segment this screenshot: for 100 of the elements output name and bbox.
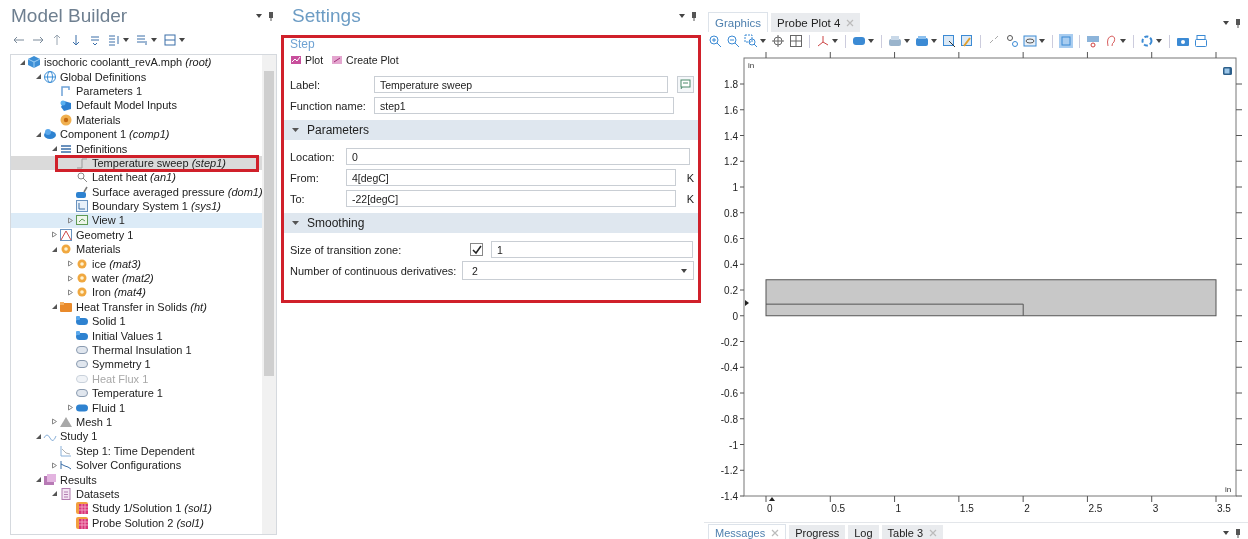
caret-icon[interactable]	[150, 36, 158, 44]
checkbox[interactable]	[470, 243, 483, 256]
eye-icon[interactable]	[1023, 34, 1037, 48]
tree-item[interactable]: Initial Values 1	[11, 328, 262, 343]
tree-item[interactable]: Thermal Insulation 1	[11, 342, 262, 358]
tab[interactable]: Progress	[789, 525, 846, 539]
crosshair-icon[interactable]	[771, 34, 785, 48]
tree-item[interactable]: isochoric coolantt_revA.mph (root)	[11, 55, 262, 70]
caret-icon[interactable]	[1119, 37, 1127, 45]
tree-item[interactable]: Heat Transfer in Solids (ht)	[11, 299, 262, 315]
tree-item[interactable]: ice (mat3)	[11, 256, 262, 271]
tree-item[interactable]: View 1	[11, 213, 262, 228]
field-label: Location:	[290, 150, 336, 163]
caret-icon[interactable]	[1222, 19, 1230, 27]
toolbar-button[interactable]: Create Plot	[331, 54, 399, 66]
grid-icon[interactable]	[789, 34, 803, 48]
pin-icon[interactable]	[1234, 18, 1242, 28]
caret-icon[interactable]	[930, 37, 938, 45]
pin-icon[interactable]	[690, 11, 698, 21]
text-field[interactable]: -22[degC]	[346, 190, 676, 207]
pin-icon[interactable]	[267, 11, 275, 21]
tab[interactable]: Messages	[708, 524, 787, 539]
caret-icon[interactable]	[831, 37, 839, 45]
tick-label: -0.2	[720, 336, 738, 348]
tab[interactable]: Probe Plot 4	[771, 13, 861, 32]
tab[interactable]: Log	[848, 525, 879, 539]
caret-icon[interactable]	[1222, 529, 1230, 537]
pill-icon[interactable]	[852, 34, 866, 48]
tick-label: 1.8	[724, 79, 738, 90]
field-label: Function name:	[290, 99, 367, 112]
caret-icon[interactable]	[122, 36, 130, 44]
collapsed-arrow-icon[interactable]	[50, 461, 58, 469]
section-title: Step	[290, 38, 316, 51]
caret-icon[interactable]	[759, 37, 767, 45]
tree-item[interactable]: Global Definitions	[11, 69, 262, 84]
zoom-box-icon[interactable]	[744, 34, 758, 48]
tab[interactable]: Table 3	[881, 525, 943, 539]
tree-item[interactable]: Default Model Inputs	[11, 98, 262, 113]
scrollbar-thumb[interactable]	[264, 71, 274, 376]
tree-item[interactable]: water (mat2)	[11, 270, 262, 286]
select-box-icon[interactable]	[942, 34, 956, 48]
expanded-arrow-icon[interactable]	[50, 245, 58, 253]
tab[interactable]: Graphics	[708, 12, 769, 32]
tree-item[interactable]: Component 1 (comp1)	[11, 126, 262, 142]
caret-icon[interactable]	[255, 12, 263, 20]
caret-icon[interactable]	[903, 37, 911, 45]
tree-item[interactable]: Surface averaged pressure (dom1)	[11, 184, 262, 199]
caret-icon[interactable]	[1155, 37, 1163, 45]
expanded-arrow-icon[interactable]	[292, 220, 299, 226]
tree-item[interactable]: Materials	[11, 112, 262, 127]
tree-item[interactable]: Materials	[11, 242, 262, 257]
caret-icon[interactable]	[178, 36, 186, 44]
box-icon[interactable]	[915, 34, 929, 48]
tree-item[interactable]: Datasets	[11, 486, 262, 502]
text-field[interactable]: 1	[491, 241, 693, 258]
marker-icon	[745, 300, 749, 306]
brush-icon[interactable]	[960, 34, 974, 48]
text-field[interactable]: 4[degC]	[346, 169, 676, 186]
text-field[interactable]: Temperature sweep	[374, 76, 669, 93]
tree-item[interactable]: Iron (mat4)	[11, 285, 262, 300]
pin-icon[interactable]	[1234, 528, 1242, 538]
caret-icon[interactable]	[678, 12, 686, 20]
tree-item[interactable]: Latent heat (an1)	[11, 170, 262, 185]
unit-label: K	[685, 171, 694, 184]
tree-item[interactable]: Definitions	[11, 141, 262, 156]
tree-item[interactable]: Fluid 1	[11, 400, 262, 415]
expanded-arrow-icon[interactable]	[34, 432, 42, 440]
tick-label: 1.5	[959, 503, 974, 514]
tree-item[interactable]: Study 1/Solution 1 (sol1)	[11, 501, 262, 516]
section-header[interactable]: Smoothing	[284, 213, 701, 233]
dropdown[interactable]: 2	[462, 261, 694, 280]
tree-item[interactable]: Solid 1	[11, 314, 262, 329]
tree-item[interactable]: Mesh 1	[11, 414, 262, 430]
scrollbar[interactable]	[262, 55, 276, 534]
zoom-in-icon[interactable]	[708, 34, 722, 48]
tree-item[interactable]: Temperature sweep (step1)	[11, 155, 262, 171]
toolbar-button[interactable]: Plot	[290, 54, 324, 66]
expanded-arrow-icon[interactable]	[292, 127, 299, 133]
caret-icon[interactable]	[680, 266, 688, 275]
print-icon[interactable]	[1194, 34, 1208, 48]
tree-item[interactable]: Results	[11, 472, 262, 487]
tick-label: -0.4	[720, 362, 738, 374]
tree-item[interactable]: Symmetry 1	[11, 357, 262, 372]
tree-item[interactable]: Study 1	[11, 429, 262, 444]
tree-item[interactable]: Geometry 1	[11, 227, 262, 243]
tree-item[interactable]: Solver Configurations	[11, 457, 262, 473]
expanded-arrow-icon[interactable]	[50, 303, 58, 311]
zoom-out-icon[interactable]	[726, 34, 740, 48]
tree-item[interactable]: Parameters 1	[11, 83, 262, 99]
view-icon[interactable]	[1223, 67, 1232, 75]
rotate-icon[interactable]	[1140, 34, 1154, 48]
text-field[interactable]: step1	[374, 97, 674, 114]
tree-item[interactable]: Probe Solution 2 (sol1)	[11, 515, 262, 530]
tree-item[interactable]: Temperature 1	[11, 386, 262, 401]
caret-icon[interactable]	[867, 37, 875, 45]
tree-item[interactable]: Step 1: Time Dependent	[11, 443, 262, 458]
section-header[interactable]: Parameters	[284, 120, 701, 140]
tree-item[interactable]: Boundary System 1 (sys1)	[11, 198, 262, 214]
text-field[interactable]: 0	[346, 148, 690, 165]
caret-icon[interactable]	[1038, 37, 1046, 45]
